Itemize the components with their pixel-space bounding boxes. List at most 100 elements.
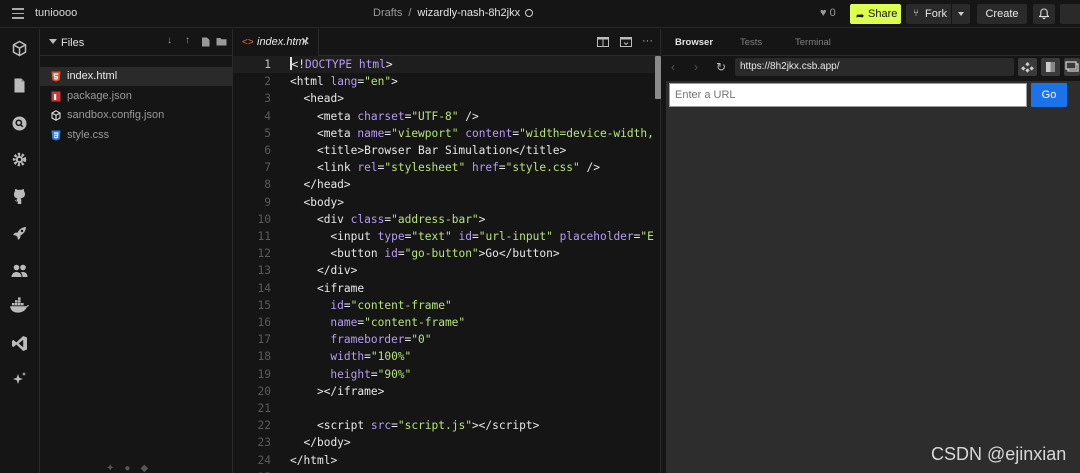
new-window-icon[interactable] bbox=[1064, 58, 1080, 76]
rocket-icon[interactable] bbox=[11, 225, 28, 242]
arrow-up-icon[interactable]: ↑ bbox=[185, 35, 190, 46]
file-item-package-json[interactable]: package.json bbox=[40, 87, 233, 106]
code-line[interactable]: 5 <meta name="viewport" content="width=d… bbox=[233, 125, 655, 142]
tab-index-html[interactable]: <> index.html ✕ bbox=[233, 29, 319, 56]
gear-icon[interactable] bbox=[11, 151, 28, 168]
code-line[interactable]: 3 <head> bbox=[233, 90, 655, 107]
code-line[interactable]: 10 <div class="address-bar"> bbox=[233, 211, 655, 228]
search-icon[interactable] bbox=[11, 115, 28, 132]
explorer-header[interactable]: Files ↓ ↑ bbox=[40, 29, 233, 56]
notifications-button[interactable] bbox=[1033, 4, 1055, 24]
code-line[interactable]: 12 <button id="go-button">Go</button> bbox=[233, 245, 655, 262]
code-line[interactable]: 14 <iframe bbox=[233, 280, 655, 297]
create-button[interactable]: Create bbox=[977, 4, 1027, 24]
arrow-down-icon[interactable]: ↓ bbox=[167, 35, 172, 46]
code-line[interactable]: 16 name="content-frame" bbox=[233, 314, 655, 331]
breadcrumb-drafts[interactable]: Drafts bbox=[373, 7, 402, 19]
new-folder-icon[interactable] bbox=[216, 37, 227, 46]
like-button[interactable]: ♥ 0 bbox=[820, 7, 836, 19]
line-number: 4 bbox=[264, 109, 271, 123]
tab-label: index.html bbox=[257, 36, 308, 48]
split-view-icon[interactable] bbox=[597, 37, 609, 47]
code-line[interactable]: 1 <!DOCTYPE html> bbox=[233, 56, 655, 73]
tab-browser[interactable]: Browser bbox=[675, 37, 713, 48]
code-line[interactable]: 22 <script src="script.js"></script> bbox=[233, 417, 655, 434]
code-text: frameborder="0" bbox=[330, 333, 432, 347]
twitter-icon[interactable]: ✦ bbox=[106, 463, 124, 473]
preview-tabs: Browser Tests Terminal bbox=[662, 29, 1080, 56]
more-icon[interactable]: ··· bbox=[642, 35, 654, 47]
code-text: <!DOCTYPE html> bbox=[290, 57, 393, 71]
code-text: </body> bbox=[303, 436, 351, 450]
line-number: 18 bbox=[257, 350, 271, 364]
docker-icon[interactable] bbox=[9, 297, 29, 314]
users-icon[interactable] bbox=[11, 262, 28, 279]
url-input[interactable]: Enter a URL bbox=[669, 83, 1027, 107]
tab-tests[interactable]: Tests bbox=[740, 37, 762, 48]
line-number: 1 bbox=[264, 58, 271, 71]
code-line[interactable]: 9 <body> bbox=[233, 194, 655, 211]
code-line[interactable]: 20 ></iframe> bbox=[233, 383, 655, 400]
codesandbox-icon[interactable] bbox=[1018, 58, 1037, 76]
code-line[interactable]: 21 bbox=[233, 400, 655, 417]
username[interactable]: tunioooo bbox=[35, 7, 77, 19]
tab-terminal[interactable]: Terminal bbox=[795, 37, 831, 48]
code-line[interactable]: 7 <link rel="stylesheet" href="style.css… bbox=[233, 159, 655, 176]
new-file-icon[interactable] bbox=[201, 37, 210, 47]
code-line[interactable]: 11 <input type="text" id="url-input" pla… bbox=[233, 228, 655, 245]
refresh-icon[interactable]: ↻ bbox=[716, 60, 726, 74]
forward-icon[interactable]: › bbox=[694, 60, 698, 74]
code-editor: <> index.html ✕ ··· 1 <!DOCTYPE html> 2 <ht… bbox=[233, 29, 661, 473]
codesandbox-icon[interactable] bbox=[11, 40, 28, 57]
code-line[interactable]: 15 id="content-frame" bbox=[233, 297, 655, 314]
code-text: <html lang="en"> bbox=[290, 75, 398, 89]
code-line[interactable]: 2 <html lang="en"> bbox=[233, 73, 655, 90]
file-item-sandbox-config-json[interactable]: sandbox.config.json bbox=[40, 106, 233, 125]
line-number: 11 bbox=[257, 230, 271, 243]
code-text: name="content-frame" bbox=[330, 316, 466, 329]
code-line[interactable]: 4 <meta charset="UTF-8" /> bbox=[233, 108, 655, 125]
line-number: 8 bbox=[264, 178, 271, 192]
code-line[interactable]: 24 </html> bbox=[233, 452, 655, 469]
line-number: 2 bbox=[264, 75, 271, 89]
code-line[interactable]: 18 width="100%" bbox=[233, 348, 655, 365]
code-line[interactable]: 17 frameborder="0" bbox=[233, 331, 655, 348]
file-item-style-css[interactable]: style.css bbox=[40, 126, 233, 145]
line-number: 14 bbox=[257, 281, 271, 295]
go-button[interactable]: Go bbox=[1031, 83, 1067, 107]
code-line[interactable]: 23 </body> bbox=[233, 434, 655, 451]
line-number: 20 bbox=[257, 384, 271, 398]
line-number: 15 bbox=[257, 298, 271, 312]
code-text: <meta name="viewport" content="width=dev… bbox=[316, 126, 654, 140]
preview-url-bar[interactable]: https://8h2jkx.csb.app/ bbox=[735, 58, 1014, 76]
code-text: <script src="script.js"></script> bbox=[316, 419, 540, 433]
code-area[interactable]: 1 <!DOCTYPE html> 2 <html lang="en"> 3 <head… bbox=[233, 56, 655, 473]
editor-scrollbar[interactable] bbox=[655, 56, 661, 99]
discord-icon[interactable]: ◆ bbox=[140, 463, 158, 473]
chevron-down-icon[interactable] bbox=[49, 39, 57, 44]
file-name: sandbox.config.json bbox=[67, 109, 165, 121]
code-line[interactable]: 8 </head> bbox=[233, 176, 655, 193]
file-item-index-html[interactable]: index.html bbox=[40, 67, 233, 86]
preview-icon[interactable] bbox=[620, 37, 632, 47]
project-name[interactable]: wizardly-nash-8h2jkx bbox=[417, 7, 520, 19]
code-line[interactable]: 13 </div> bbox=[233, 262, 655, 279]
github-icon[interactable]: ● bbox=[124, 463, 140, 473]
preview-nav-bar: ‹ › ↻ https://8h2jkx.csb.app/ bbox=[662, 56, 1080, 80]
sparkle-icon[interactable] bbox=[11, 371, 28, 388]
code-line[interactable]: 19 height="90%" bbox=[233, 366, 655, 383]
close-icon[interactable]: ✕ bbox=[301, 29, 310, 56]
open-in-window-icon[interactable] bbox=[1041, 58, 1060, 76]
code-line[interactable]: 6 <title>Browser Bar Simulation</title> bbox=[233, 142, 655, 159]
avatar[interactable] bbox=[1060, 4, 1080, 24]
code-text: <iframe bbox=[316, 281, 365, 295]
vscode-icon[interactable] bbox=[11, 335, 28, 352]
code-line[interactable]: 25 bbox=[233, 469, 655, 473]
share-button[interactable]: ➦ Share bbox=[850, 4, 901, 24]
menu-icon[interactable] bbox=[12, 8, 24, 19]
github-icon[interactable] bbox=[11, 188, 28, 205]
file-icon[interactable] bbox=[11, 77, 28, 94]
back-icon[interactable]: ‹ bbox=[671, 60, 675, 74]
chevron-down-icon[interactable] bbox=[958, 12, 964, 16]
fork-button[interactable]: ⑂ Fork bbox=[906, 4, 970, 24]
